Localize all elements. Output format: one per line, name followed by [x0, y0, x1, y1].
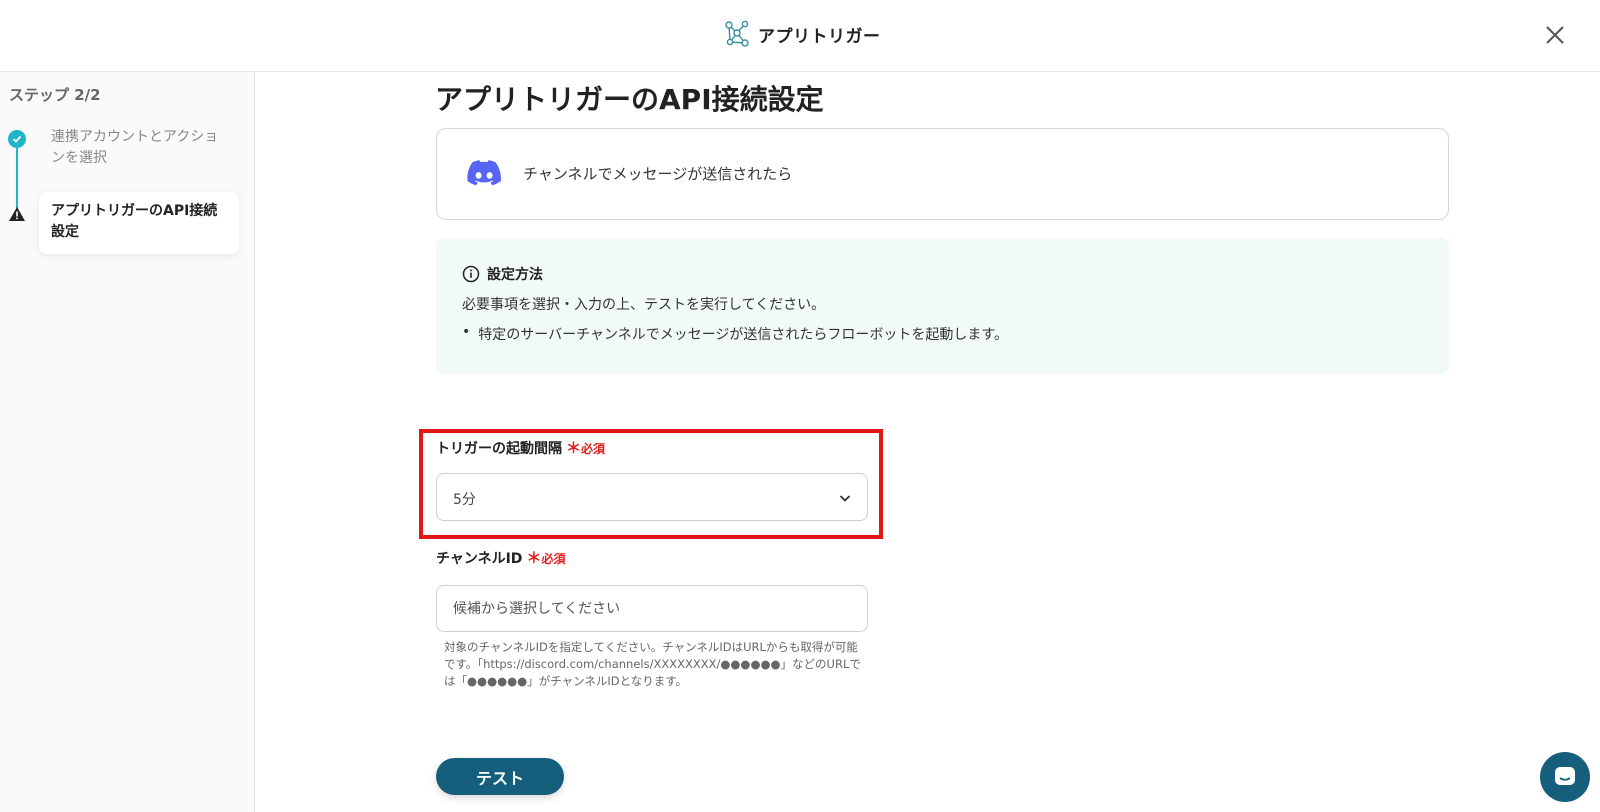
required-badge: ＊必須 [566, 439, 606, 457]
page-title: アプリトリガーのAPI接続設定 [435, 83, 824, 116]
instructions-bullet: 特定のサーバーチャンネルでメッセージが送信されたらフローボットを起動します。 [478, 327, 1009, 343]
main-content: アプリトリガーのAPI接続設定 チャンネルでメッセージが送信されたら 設定方法 … [256, 72, 1600, 812]
trigger-event-card: チャンネルでメッセージが送信されたら [436, 128, 1449, 220]
discord-icon [467, 160, 501, 186]
top-bar: アプリトリガー [0, 0, 1600, 72]
channel-help-text: 対象のチャンネルIDを指定してください。チャンネルIDはURLからも取得が可能で… [444, 640, 861, 688]
app-brand: アプリトリガー [724, 20, 881, 48]
instructions-box: 設定方法 必要事項を選択・入力の上、テストを実行してください。 • 特定のサーバ… [436, 238, 1449, 374]
interval-label-text: トリガーの起動間隔 [436, 441, 562, 457]
interval-field-label: トリガーの起動間隔 ＊必須 [436, 437, 605, 458]
required-badge: ＊必須 [526, 549, 566, 567]
check-circle-icon [8, 130, 26, 148]
instructions-title: 設定方法 [487, 267, 543, 283]
step-sidebar: ステップ 2/2 連携アカウントとアクションを選択 アプリトリガーのAPI接続設… [0, 72, 255, 812]
channel-id-input[interactable] [436, 585, 868, 632]
app-title: アプリトリガー [758, 26, 881, 47]
trigger-event-label: チャンネルでメッセージが送信されたら [523, 165, 793, 183]
channel-label-text: チャンネルID [436, 551, 523, 567]
channel-field-label: チャンネルID ＊必須 [436, 547, 565, 568]
step-connector [16, 142, 18, 214]
step-counter: ステップ 2/2 [9, 86, 101, 104]
network-nodes-icon [725, 20, 749, 47]
chat-support-button[interactable] [1540, 752, 1590, 802]
interval-select[interactable]: 5分 [436, 473, 868, 521]
bullet-icon: • [462, 324, 471, 340]
step-item-select-action[interactable]: 連携アカウントとアクションを選択 [51, 127, 231, 169]
instructions-header: 設定方法 [462, 264, 543, 284]
instructions-description: 必要事項を選択・入力の上、テストを実行してください。 [462, 297, 826, 313]
list-item: • 特定のサーバーチャンネルでメッセージが送信されたらフローボットを起動します。 [462, 324, 1008, 344]
test-button[interactable]: テスト [436, 758, 564, 795]
step-item-api-settings[interactable]: アプリトリガーのAPI接続設定 [39, 192, 239, 254]
chevron-down-icon [839, 495, 851, 502]
warning-icon [9, 207, 25, 221]
info-icon [462, 265, 480, 283]
close-icon[interactable] [1540, 20, 1570, 50]
chat-bubble-icon [1555, 767, 1575, 785]
interval-select-value: 5分 [453, 492, 476, 508]
